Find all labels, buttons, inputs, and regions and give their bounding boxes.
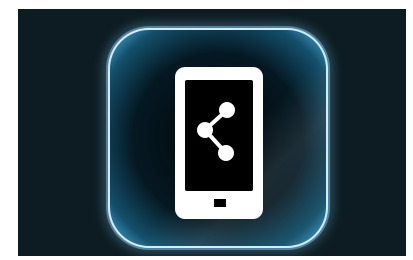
phone-screen: [185, 80, 253, 191]
home-button-icon: [214, 199, 226, 207]
app-icon-artwork: [18, 9, 406, 256]
app-icon-frame: [18, 9, 406, 256]
